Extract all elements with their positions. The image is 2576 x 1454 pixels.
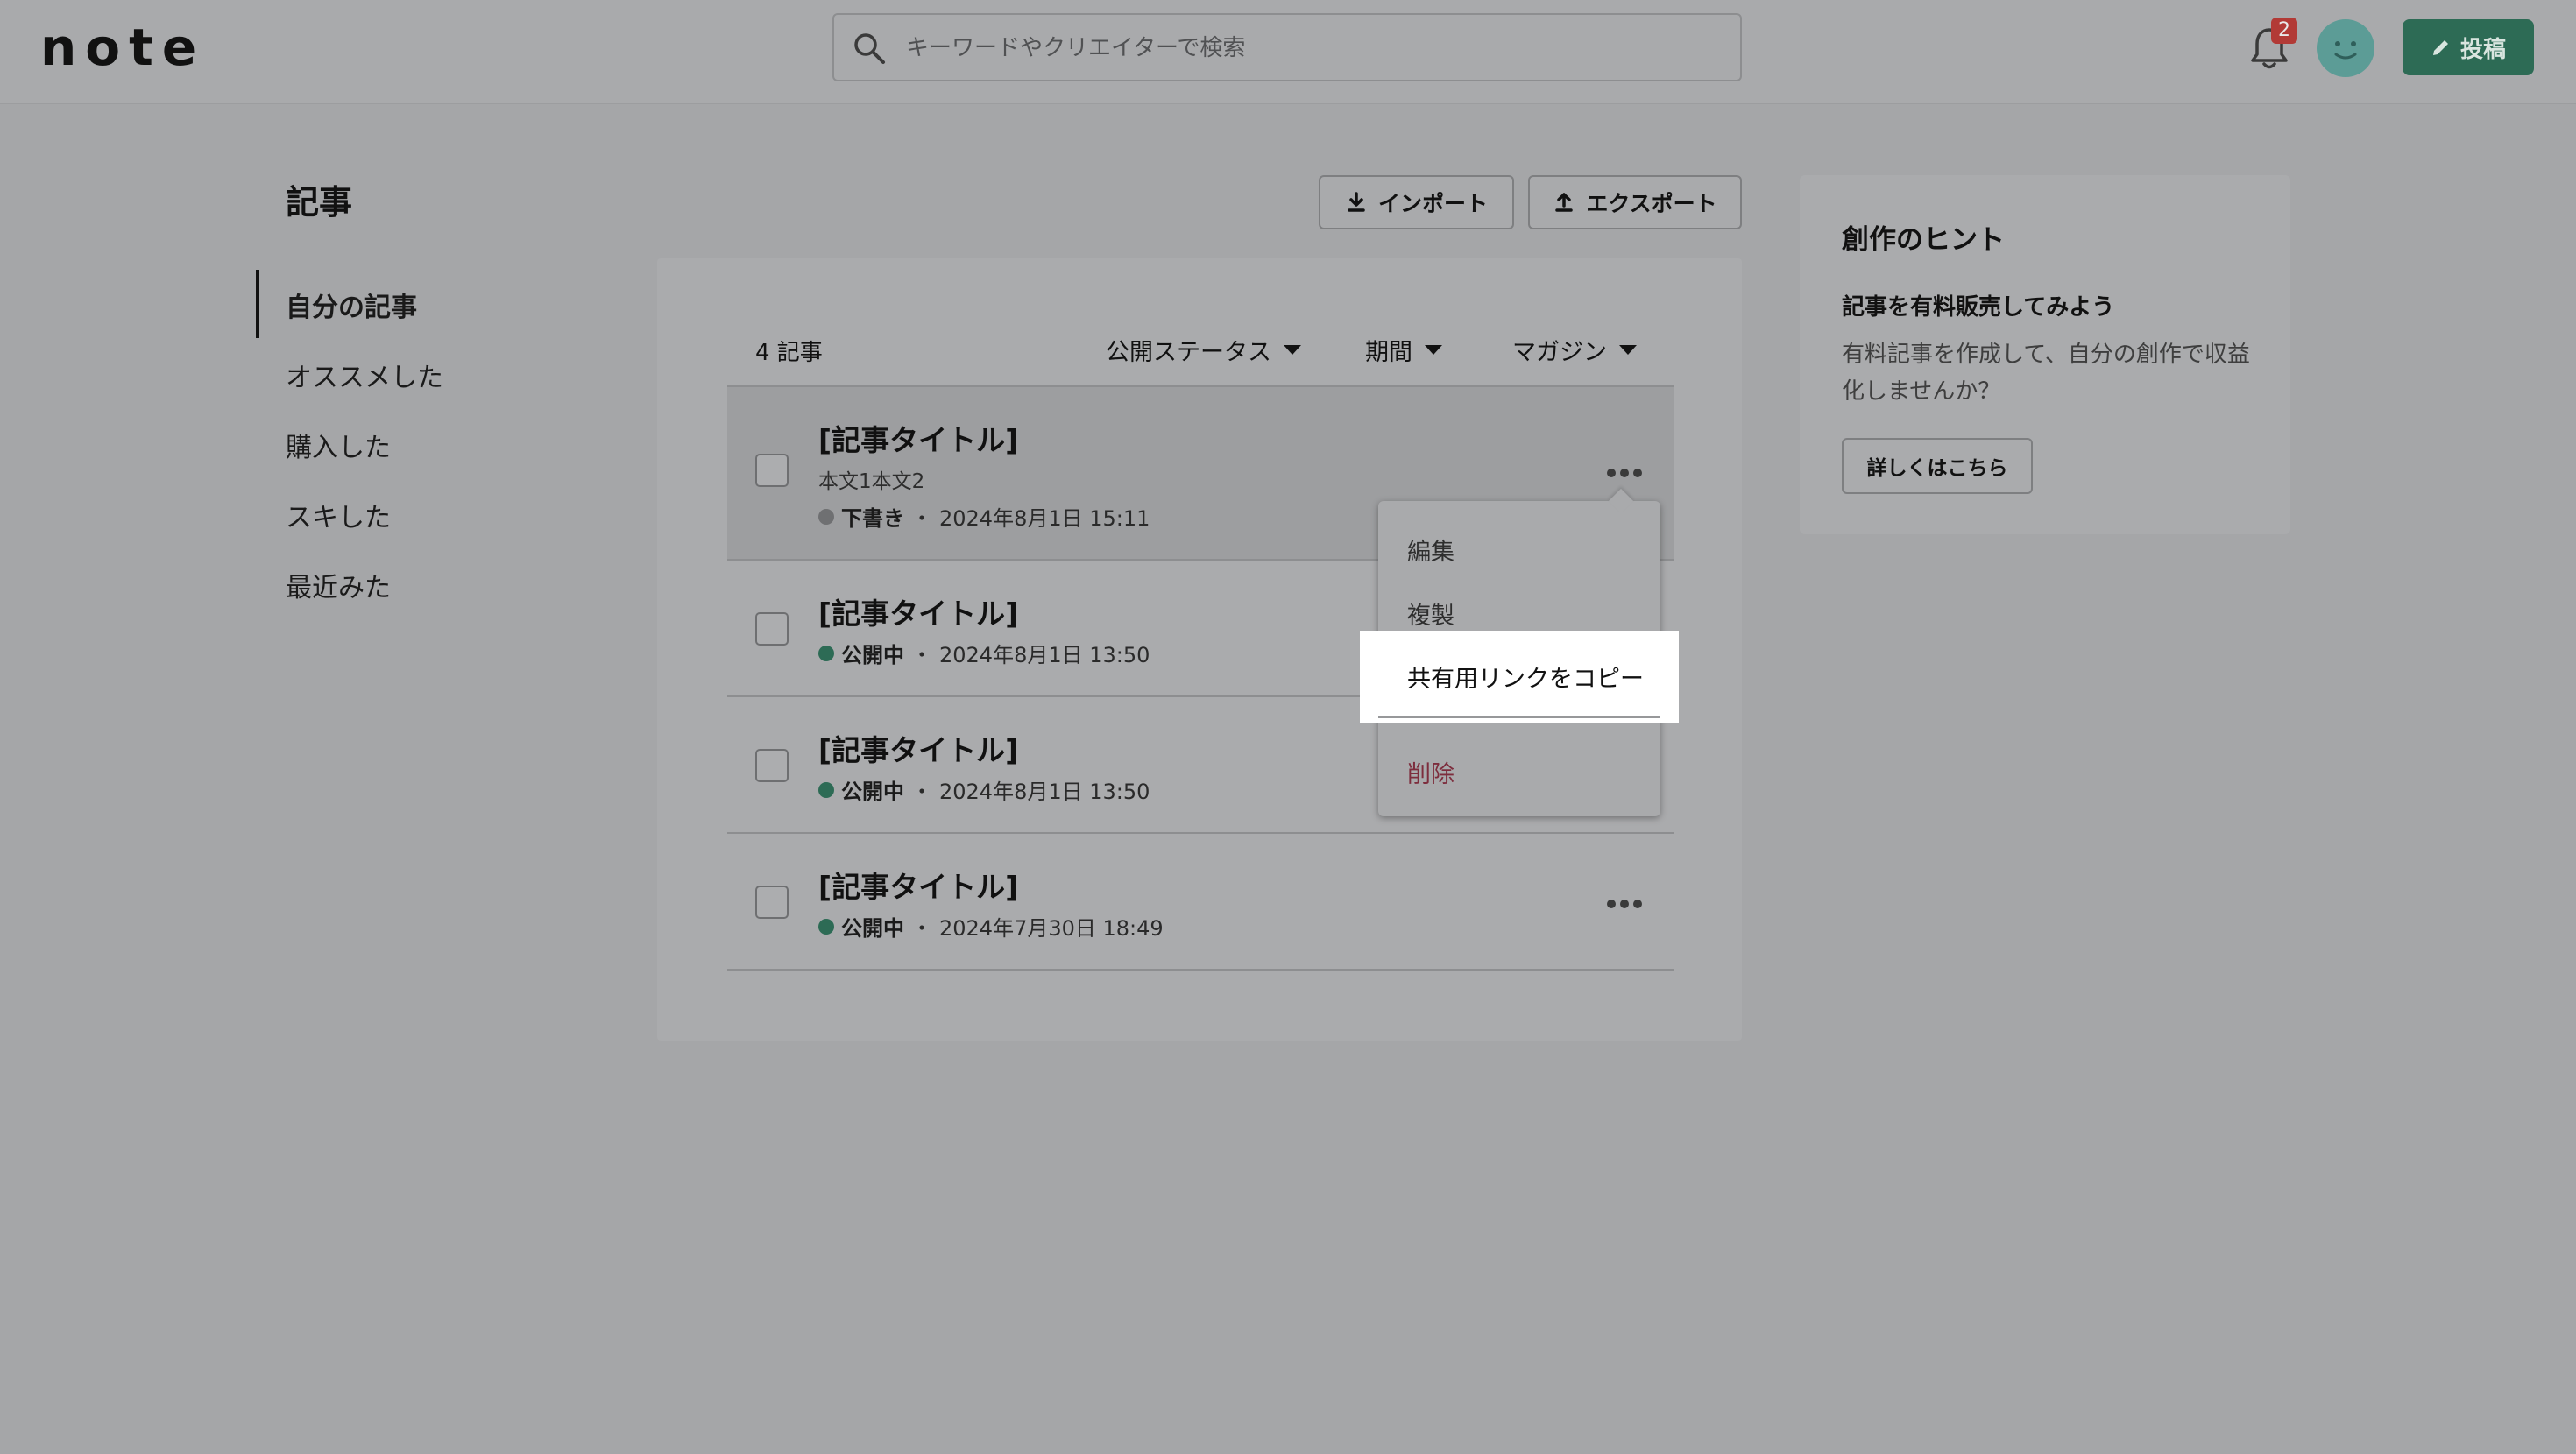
sidebar-item-recently-viewed[interactable]: 最近みた <box>286 566 391 604</box>
article-count: 4 記事 <box>755 340 823 366</box>
meta-separator: ・ <box>911 780 932 804</box>
article-title[interactable]: [記事タイトル] <box>818 864 1018 906</box>
article-date: 2024年8月1日 13:50 <box>939 643 1150 667</box>
article-date: 2024年7月30日 18:49 <box>939 916 1164 941</box>
caret-down-icon <box>1284 345 1301 355</box>
article-title[interactable]: [記事タイトル] <box>818 727 1018 769</box>
search-bar[interactable] <box>832 13 1742 81</box>
hint-text: 有料記事を作成して、自分の創作で収益化しませんか？ <box>1842 342 2250 405</box>
download-icon <box>1348 192 1365 212</box>
filter-magazine-label: マガジン <box>1512 339 1607 366</box>
article-status: 公開中 <box>841 643 904 667</box>
pencil-icon <box>2432 40 2448 55</box>
sidebar-item-my-articles[interactable]: 自分の記事 <box>286 286 417 324</box>
article-checkbox[interactable] <box>755 612 789 646</box>
caret-down-icon <box>1425 345 1442 355</box>
menu-item-duplicate[interactable]: 複製 <box>1407 596 1454 631</box>
article-checkbox[interactable] <box>755 749 789 782</box>
article-status: 下書き <box>841 506 904 531</box>
article-date: 2024年8月1日 15:11 <box>939 506 1150 531</box>
meta-separator: ・ <box>911 506 932 531</box>
import-label: インポート <box>1377 191 1488 216</box>
more-options-icon[interactable] <box>1607 467 1642 479</box>
learn-more-button[interactable]: 詳しくはこちら <box>1842 438 2033 494</box>
sidebar-item-recommended[interactable]: オススメした <box>286 356 443 394</box>
page-title: 記事 <box>286 183 353 222</box>
notification-badge: 2 <box>2271 18 2297 44</box>
draft-status-dot <box>818 508 834 525</box>
published-status-dot <box>818 918 834 935</box>
sidebar-item-purchased[interactable]: 購入した <box>286 426 391 464</box>
article-meta: 公開中 ・ 2024年7月30日 18:49 <box>818 911 1164 942</box>
active-nav-indicator <box>256 270 259 338</box>
note-logo[interactable]: note <box>40 21 205 74</box>
article-checkbox[interactable] <box>755 886 789 919</box>
menu-item-edit[interactable]: 編集 <box>1407 533 1454 567</box>
filter-period[interactable]: 期間 <box>1365 333 1442 367</box>
article-meta: 公開中 ・ 2024年8月1日 13:50 <box>818 774 1150 805</box>
meta-separator: ・ <box>911 916 932 941</box>
import-button[interactable]: インポート <box>1319 175 1514 229</box>
published-status-dot <box>818 781 834 798</box>
article-row[interactable]: [記事タイトル] 公開中 ・ 2024年7月30日 18:49 <box>727 834 1674 971</box>
filter-status[interactable]: 公開ステータス <box>1106 333 1301 367</box>
article-excerpt: 本文1本文2 <box>818 470 925 493</box>
hint-subtitle: 記事を有料販売してみよう <box>1842 294 2115 321</box>
post-button[interactable]: 投稿 <box>2403 19 2534 75</box>
article-status: 公開中 <box>841 916 904 941</box>
top-header: note 2 投稿 <box>0 0 2576 104</box>
published-status-dot <box>818 645 834 661</box>
article-date: 2024年8月1日 13:50 <box>939 780 1150 804</box>
article-meta: 公開中 ・ 2024年8月1日 13:50 <box>818 638 1150 668</box>
menu-divider <box>1378 716 1660 718</box>
export-label: エクスポート <box>1586 191 1717 216</box>
search-input[interactable] <box>904 24 1714 73</box>
sidebar-item-liked[interactable]: スキした <box>286 496 391 534</box>
menu-item-delete[interactable]: 削除 <box>1407 755 1454 789</box>
hint-title: 創作のヒント <box>1842 224 2005 256</box>
article-title[interactable]: [記事タイトル] <box>818 417 1018 459</box>
article-checkbox[interactable] <box>755 454 789 487</box>
menu-item-copy-share-link[interactable]: 共有用リンクをコピー <box>1407 660 1644 694</box>
upload-icon <box>1555 193 1574 212</box>
filter-period-label: 期間 <box>1365 339 1412 366</box>
caret-down-icon <box>1619 345 1637 355</box>
article-title[interactable]: [記事タイトル] <box>818 590 1018 632</box>
filter-magazine[interactable]: マガジン <box>1512 333 1637 367</box>
article-meta: 下書き ・ 2024年8月1日 15:11 <box>818 501 1150 532</box>
export-button[interactable]: エクスポート <box>1528 175 1742 229</box>
article-status: 公開中 <box>841 780 904 804</box>
smiley-icon <box>2334 41 2357 60</box>
avatar[interactable] <box>2317 19 2374 77</box>
more-options-icon[interactable] <box>1607 898 1642 910</box>
post-button-label: 投稿 <box>2459 36 2506 63</box>
meta-separator: ・ <box>911 643 932 667</box>
search-icon <box>854 33 885 64</box>
filter-status-label: 公開ステータス <box>1106 339 1271 366</box>
